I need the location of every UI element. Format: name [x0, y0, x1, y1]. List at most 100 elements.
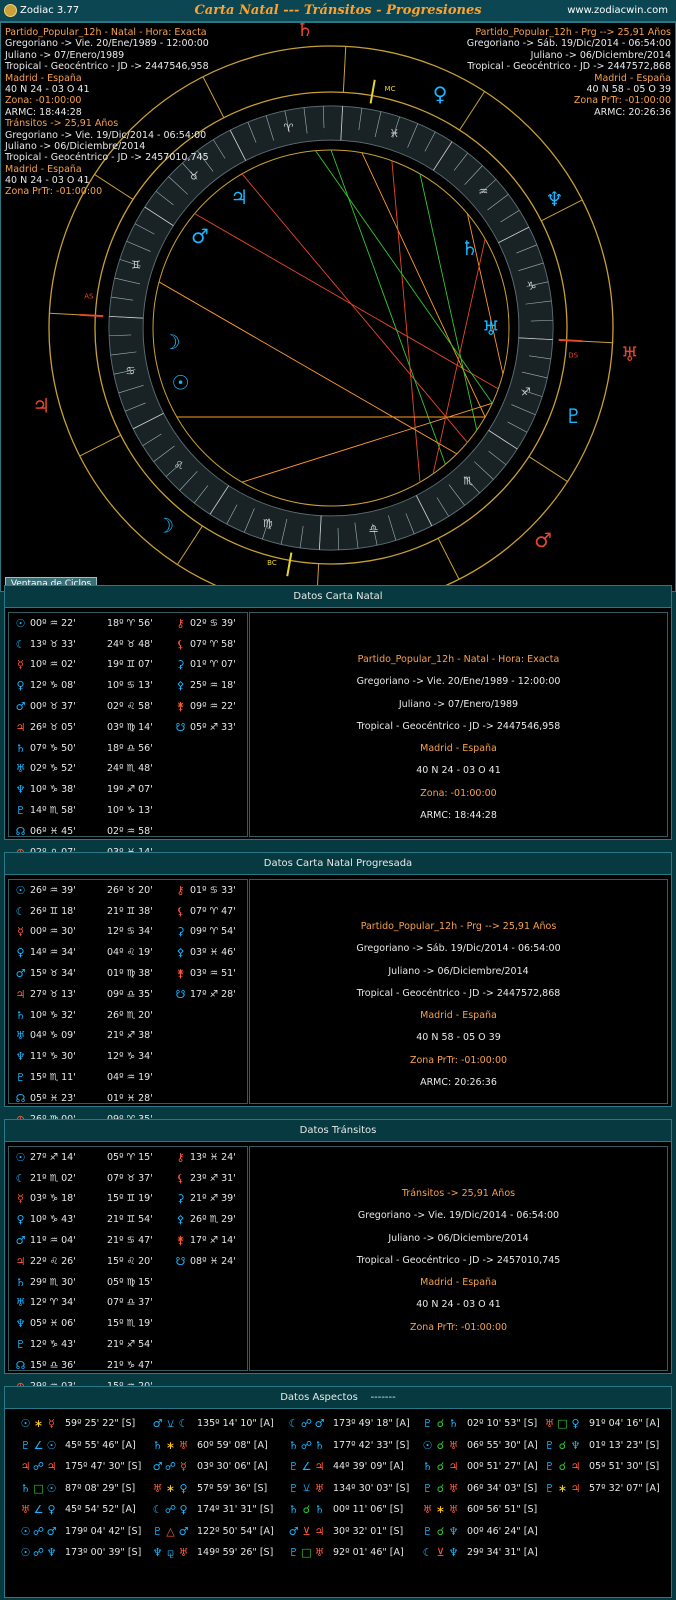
aspect-symbol: ☍ — [164, 1503, 177, 1517]
cusp-position: 09º ♎ 35' — [107, 988, 153, 1000]
planet-position: 13º ♉ 33' — [30, 638, 76, 650]
aspect-planet-b: ♄ — [314, 1503, 325, 1517]
chart-info-line: Zona PrTr: -01:00:00 — [5, 186, 103, 198]
house-cusp-line — [437, 538, 460, 580]
aspect-row: ♇ ☌ ♆ 01º 13' 23" [S] — [543, 1435, 676, 1457]
meta-line: Zona PrTr: -01:00:00 — [409, 1054, 508, 1066]
planet-position: 04º ♑ 09' — [30, 1030, 76, 1042]
aspect-planet-b: ♃ — [46, 1460, 57, 1474]
house-cusp-line — [528, 456, 568, 483]
planet-position: 27º ♉ 13' — [30, 988, 76, 1000]
planet-position: 22º ♌ 26' — [30, 1255, 76, 1267]
planet-glyph: ☾ — [15, 637, 26, 651]
aspect-value: 177º 42' 33" [S] — [333, 1439, 410, 1451]
cusp-position: 02º ♌ 58' — [107, 701, 153, 713]
chart-info-line: ARMC: 18:44:28 — [5, 106, 82, 118]
cusp-position: 15º ♌ 20' — [107, 1255, 153, 1267]
aspect-planet-a: ☾ — [152, 1503, 163, 1517]
aspect-planet-a: ♇ — [544, 1481, 555, 1495]
planet-glyph: ☿ — [17, 658, 24, 672]
planet-glyph: ♇ — [15, 1071, 26, 1085]
cusp-position: 07º ♉ 37' — [107, 1172, 153, 1184]
website-link[interactable]: www.zodiacwin.com — [567, 5, 668, 16]
aspect-planet-b: ♂ — [178, 1524, 189, 1538]
planet-position: 15º ♉ 34' — [30, 968, 76, 980]
panel-header: Datos Carta Natal Progresada — [5, 853, 671, 875]
aspect-symbol: ☌ — [436, 1481, 445, 1495]
position-row: ☾ 21º ♏ 02' 07º ♉ 37' ⚸ 23º ♐ 31' — [9, 1168, 247, 1189]
asteroid-position: 07º ♈ 47' — [190, 905, 236, 917]
aspect-value: 57º 32' 07" [A] — [589, 1482, 660, 1494]
aspect-planet-b: ♀ — [571, 1417, 580, 1431]
aspect-value: 02º 10' 53" [S] — [467, 1418, 538, 1430]
cusp-position: 19º ♊ 07' — [107, 659, 153, 671]
aspects-panel-title: Datos Aspectos — [280, 1392, 358, 1403]
asteroid-position: 17º ♐ 28' — [190, 988, 236, 1000]
aspect-planet-a: ♂ — [152, 1417, 163, 1431]
aspect-planet-a: ♅ — [152, 1481, 163, 1495]
meta-line: Tropical - Geocéntrico - JD -> 2447572,8… — [356, 987, 561, 999]
meta-line: Gregoriano -> Sáb. 19/Dic/2014 - 06:54:0… — [356, 943, 561, 955]
planet-glyph: ☿ — [17, 1192, 24, 1206]
aspect-symbol: ☍ — [300, 1438, 313, 1452]
zodiac-sign-glyph: ♏ — [463, 474, 473, 487]
aspect-planet-b: ☿ — [48, 1417, 55, 1431]
meta-line: Madrid - España — [420, 1010, 497, 1022]
planet-position: 00º ♒ 22' — [30, 617, 76, 629]
cusp-position: 15º ♏ 19' — [107, 1318, 153, 1330]
panel-meta: Tránsitos -> 25,91 Años Gregoriano -> Vie… — [249, 1146, 668, 1371]
chart-info-line: Partido_Popular_12h - Prg --> 25,91 Años — [475, 27, 671, 38]
planet-glyph: ☊ — [15, 1091, 26, 1105]
planet-position: 14º ♏ 58' — [30, 805, 76, 817]
aspect-planet-b: ♅ — [314, 1546, 325, 1560]
position-row: ♀ 10º ♑ 43' 21º ♊ 54' ⚴ 26º ♏ 29' — [9, 1209, 247, 1230]
chart-info-left: Partido_Popular_12h - Natal - Hora: Exac… — [5, 27, 209, 198]
asteroid-position: 09º ♈ 54' — [190, 926, 236, 938]
planet-position: 26º ♊ 18' — [30, 905, 76, 917]
aspect-symbol: ☌ — [302, 1503, 311, 1517]
chart-info-line: Madrid - España — [5, 72, 82, 84]
cusp-position: 04º ♒ 19' — [107, 1072, 153, 1084]
aspect-line — [419, 173, 478, 431]
cusp-position: 26º ♉ 20' — [107, 884, 153, 896]
aspect-planet-a: ♄ — [20, 1481, 31, 1495]
asteroid-position: 13º ♓ 24' — [190, 1151, 236, 1163]
meta-line: Juliano -> 06/Diciembre/2014 — [388, 1232, 529, 1244]
cusp-position: 12º ♋ 34' — [107, 926, 153, 938]
asteroid-glyph: ⚸ — [176, 904, 185, 918]
aspect-value: 30º 32' 01" [S] — [333, 1525, 404, 1537]
angle-arrow — [558, 338, 583, 343]
aspect-planet-b: ♅ — [178, 1438, 189, 1452]
aspect-planet-b: ♅ — [448, 1481, 459, 1495]
angle-arrow — [369, 79, 376, 104]
aspect-value: 122º 50' 54" [A] — [197, 1525, 274, 1537]
aspects-panel-header: Datos Aspectos ------- — [5, 1387, 671, 1409]
planet-glyph: ♆ — [15, 1050, 26, 1064]
aspect-planet-a: ♇ — [422, 1524, 433, 1538]
cusp-position: 19º ♐ 07' — [107, 784, 153, 796]
position-row: ♄ 10º ♑ 32' 26º ♏ 20' — [9, 1005, 247, 1026]
asteroid-glyph: ⚵ — [176, 967, 185, 981]
meta-line: Zona: -01:00:00 — [420, 787, 497, 799]
aspect-planet-a: ♅ — [20, 1503, 31, 1517]
inner-ring — [152, 149, 510, 507]
aspect-value: 60º 56' 51" [S] — [467, 1504, 538, 1516]
meta-line: 40 N 58 - 05 O 39 — [416, 1032, 501, 1044]
cusp-position: 21º ♊ 54' — [107, 1214, 153, 1226]
planet-position: 12º ♑ 08' — [30, 680, 76, 692]
aspect-symbol: ☌ — [436, 1524, 445, 1538]
aspect-row: ♇ ☌ ♃ 05º 51' 30" [S] — [543, 1456, 676, 1478]
aspect-planet-b: ♀ — [47, 1503, 56, 1517]
planet-glyph: ♄ — [15, 1275, 26, 1289]
angle-label: BC — [267, 559, 277, 567]
aspect-value: 00º 11' 06" [S] — [333, 1504, 404, 1516]
aspect-planet-b: ♃ — [448, 1460, 459, 1474]
cusp-position: 04º ♌ 19' — [107, 947, 153, 959]
angle-label: MC — [385, 85, 396, 93]
meta-line: ARMC: 18:44:28 — [420, 810, 497, 822]
asteroid-glyph: ⚳ — [176, 925, 185, 939]
position-row: ♅ 12º ♈ 34' 07º ♎ 37' — [9, 1293, 247, 1314]
asteroid-position: 01º ♈ 07' — [190, 659, 236, 671]
aspect-value: 149º 59' 26" [S] — [197, 1547, 274, 1559]
aspect-planet-a: ♅ — [422, 1503, 433, 1517]
